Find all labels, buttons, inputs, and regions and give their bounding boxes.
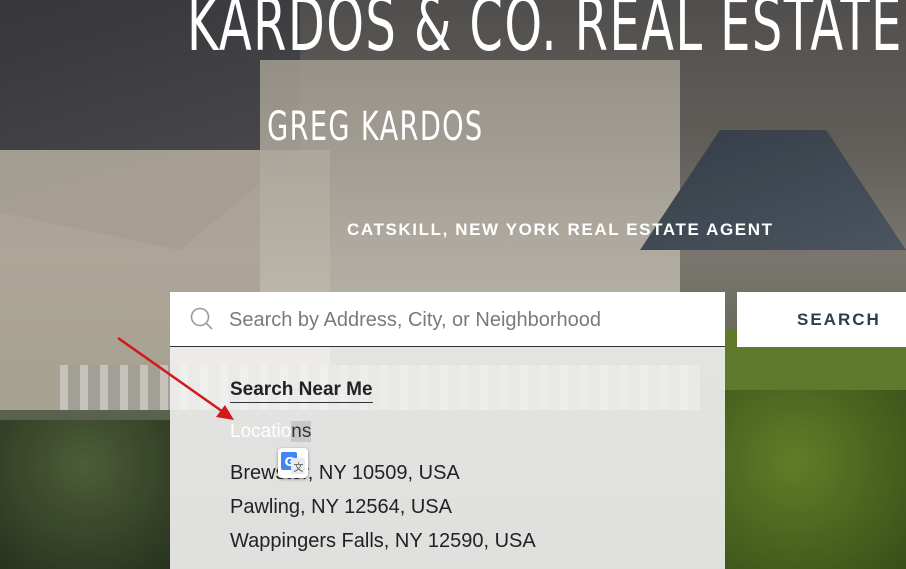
location-item[interactable]: Wappingers Falls, NY 12590, USA [230, 530, 536, 553]
search-icon [190, 307, 213, 330]
search-near-me-link[interactable]: Search Near Me [230, 379, 373, 403]
agent-name: GREG KARDOS [267, 104, 484, 150]
svg-text:文: 文 [294, 461, 304, 474]
locations-heading: Locations [230, 421, 312, 443]
location-item[interactable]: Pawling, NY 12564, USA [230, 496, 452, 519]
brand-title: KARDOS & CO. REAL ESTATE [187, 0, 903, 68]
locations-heading-selection: ns [291, 421, 312, 442]
search-input[interactable] [227, 304, 711, 336]
search-bar [170, 292, 725, 347]
search-suggestions-dropdown: Search Near Me Locations Brewster, NY 10… [170, 347, 725, 569]
google-translate-icon[interactable]: G 文 [278, 448, 308, 478]
search-button[interactable]: SEARCH [737, 292, 906, 347]
locations-heading-text: Locatio [230, 421, 292, 442]
agent-title: CATSKILL, NEW YORK REAL ESTATE AGENT [347, 220, 774, 239]
location-item[interactable]: Brewster, NY 10509, USA [230, 462, 460, 485]
